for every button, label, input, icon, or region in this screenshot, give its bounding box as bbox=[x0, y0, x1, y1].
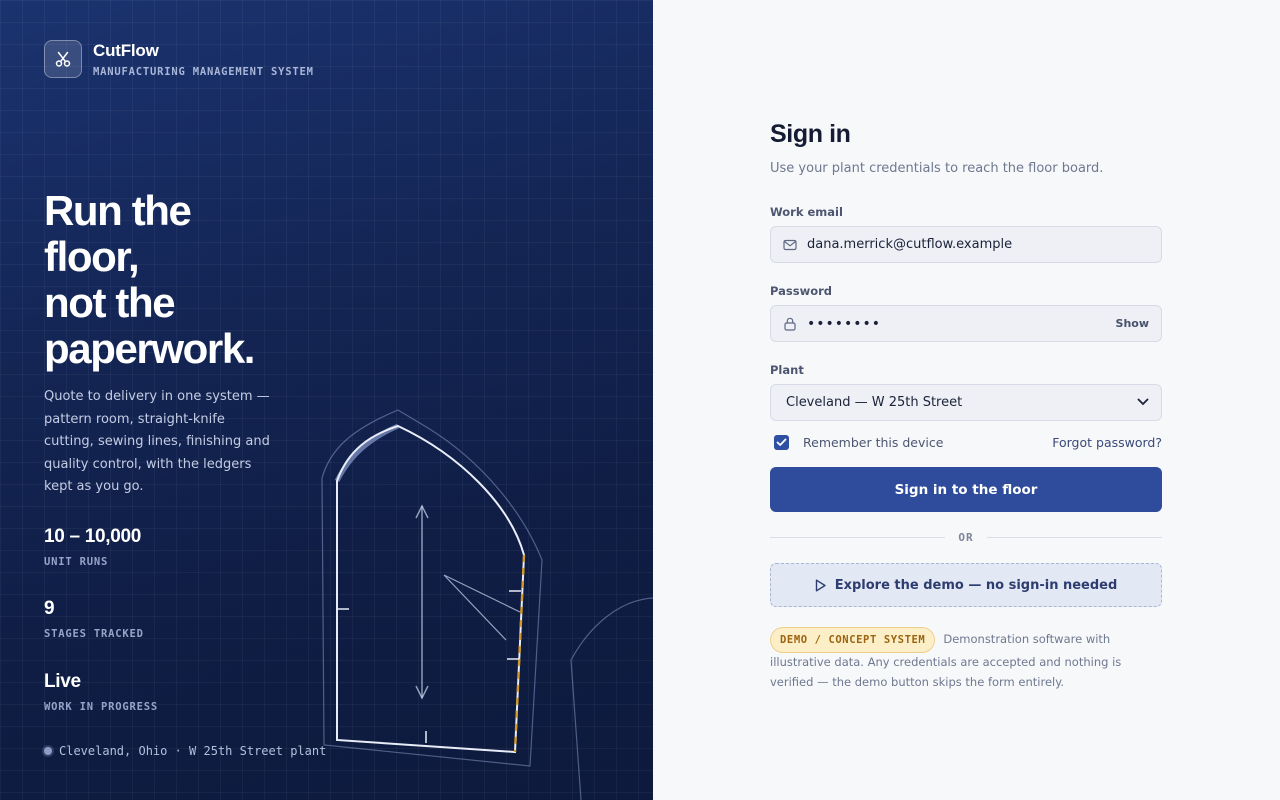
headline-line: paperwork. bbox=[44, 325, 255, 372]
stat-value: 10 – 10,000 bbox=[44, 526, 142, 547]
explore-demo-button[interactable]: Explore the demo — no sign-in needed bbox=[770, 563, 1162, 607]
show-password-button[interactable]: Show bbox=[1116, 317, 1149, 330]
brand: CutFlow MANUFACTURING MANAGEMENT SYSTEM bbox=[44, 40, 314, 78]
stat-label: UNIT RUNS bbox=[44, 556, 109, 568]
hero-panel: CutFlow MANUFACTURING MANAGEMENT SYSTEM … bbox=[0, 0, 653, 800]
plant-location: Cleveland, Ohio · W 25th Street plant bbox=[44, 744, 326, 758]
chevron-down-icon bbox=[1137, 395, 1149, 410]
scissors-icon bbox=[44, 40, 82, 78]
mail-icon bbox=[782, 237, 798, 253]
form-title: Sign in bbox=[770, 120, 851, 148]
demo-notice: DEMO / CONCEPT SYSTEM Demonstration softw… bbox=[770, 627, 1162, 692]
stat-unit-runs: 10 – 10,000 UNIT RUNS bbox=[44, 526, 141, 568]
stat-value: 9 bbox=[44, 598, 55, 619]
remember-checkbox[interactable] bbox=[774, 435, 789, 450]
headline-line: not the bbox=[44, 279, 176, 326]
plant-label: Plant bbox=[770, 363, 804, 377]
sign-in-button[interactable]: Sign in to the floor bbox=[770, 467, 1162, 512]
hero-description: Quote to delivery in one system — patter… bbox=[44, 389, 270, 494]
headline-line: Run the bbox=[44, 187, 192, 234]
remember-row: Remember this device Forgot password? bbox=[770, 435, 1162, 450]
plant-selected-value: Cleveland — W 25th Street bbox=[786, 395, 963, 410]
remember-device[interactable]: Remember this device bbox=[770, 435, 943, 450]
status-dot-icon bbox=[44, 747, 52, 755]
remember-label: Remember this device bbox=[803, 435, 944, 450]
stat-label: WORK IN PROGRESS bbox=[44, 701, 158, 713]
checkmark-icon bbox=[776, 438, 787, 446]
stat-work-in-progress: Live WORK IN PROGRESS bbox=[44, 671, 158, 713]
sign-in-panel: Sign in Use your plant credentials to re… bbox=[653, 0, 1280, 800]
status-badge: DEMO / CONCEPT SYSTEM bbox=[770, 627, 936, 653]
play-icon bbox=[815, 579, 826, 592]
location-text: Cleveland, Ohio · W 25th Street plant bbox=[59, 744, 327, 758]
lock-icon bbox=[782, 316, 798, 332]
email-field[interactable] bbox=[807, 237, 1149, 252]
brand-name: CutFlow bbox=[93, 40, 159, 60]
stat-value: Live bbox=[44, 671, 81, 692]
or-divider: OR bbox=[770, 531, 1162, 544]
divider-line bbox=[770, 537, 946, 538]
demo-label: Explore the demo — no sign-in needed bbox=[834, 577, 1118, 593]
password-field-wrapper: Show bbox=[770, 305, 1162, 342]
sign-in-form: Sign in Use your plant credentials to re… bbox=[770, 120, 1162, 692]
plant-select[interactable]: Cleveland — W 25th Street bbox=[770, 384, 1162, 421]
email-field-wrapper bbox=[770, 226, 1162, 263]
forgot-password-link[interactable]: Forgot password? bbox=[1052, 435, 1162, 450]
stat-label: STAGES TRACKED bbox=[44, 628, 144, 640]
hero-headline: Run the floor, not the paperwork. bbox=[44, 188, 364, 372]
divider-line bbox=[986, 537, 1162, 538]
brand-tagline: MANUFACTURING MANAGEMENT SYSTEM bbox=[93, 65, 314, 78]
or-label: OR bbox=[958, 531, 974, 544]
form-subtitle: Use your plant credentials to reach the … bbox=[770, 161, 1104, 176]
password-field[interactable] bbox=[807, 315, 1116, 332]
stat-stages-tracked: 9 STAGES TRACKED bbox=[44, 598, 144, 640]
email-label: Work email bbox=[770, 205, 843, 219]
password-label: Password bbox=[770, 284, 832, 298]
headline-line: floor, bbox=[44, 233, 140, 280]
